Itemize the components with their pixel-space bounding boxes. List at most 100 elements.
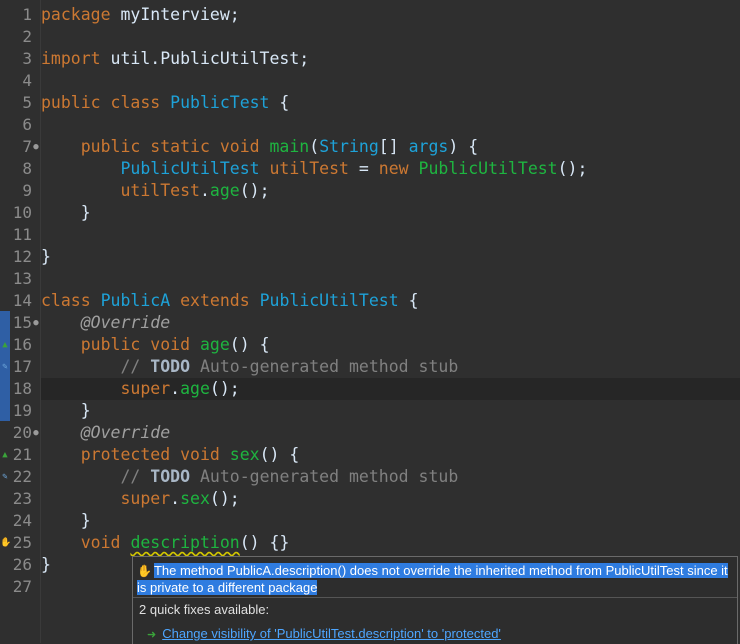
code-token: () { <box>259 445 300 464</box>
collapse-dot-icon[interactable]: ● <box>31 428 41 438</box>
code-line[interactable] <box>41 70 740 92</box>
code-line[interactable] <box>41 26 740 48</box>
line-number-gutter[interactable]: 1 2 3 4 5 6 7 8 9 10 11 12 13 14 15 16 17 18 19 20 21 22 23 24 2… <box>0 0 41 643</box>
code-token: sex <box>229 445 260 464</box>
code-token: protected void <box>80 445 220 464</box>
code-line[interactable]: public static void main(String[] args) { <box>41 136 740 158</box>
code-token: class <box>41 291 91 310</box>
line-number: 18 <box>12 379 32 398</box>
code-token: (); <box>209 379 240 398</box>
code-token: } <box>41 401 91 420</box>
code-token: new <box>378 159 409 178</box>
code-token: description <box>130 533 240 552</box>
code-line[interactable]: } <box>41 400 740 422</box>
code-token: Auto-generated method stub <box>190 357 459 376</box>
warning-icon: ✋ <box>137 564 152 578</box>
line-number: 19 <box>12 401 32 420</box>
code-token: sex <box>180 489 210 508</box>
code-token: PublicUtilTest <box>418 159 558 178</box>
code-token: super <box>120 379 171 398</box>
code-token: } <box>41 511 91 530</box>
override-triangle-icon[interactable]: ▲ <box>0 450 10 460</box>
override-triangle-icon[interactable]: ▲ <box>0 340 10 350</box>
java-editor[interactable]: 1 2 3 4 5 6 7 8 9 10 11 12 13 14 15 16 17 18 19 20 21 22 23 24 2… <box>0 0 740 643</box>
line-number: 3 <box>22 49 32 68</box>
code-line[interactable]: // TODO Auto-generated method stub <box>41 466 740 488</box>
task-icon[interactable]: ✎ <box>0 362 10 372</box>
code-token: utilTest <box>269 159 349 178</box>
line-number: 2 <box>22 27 32 46</box>
collapse-dot-icon[interactable]: ● <box>31 142 41 152</box>
code-token: { <box>269 93 290 112</box>
line-number: 23 <box>12 489 32 508</box>
quick-fix-link[interactable]: Change visibility of 'PublicUtilTest.des… <box>162 626 501 641</box>
code-token: (); <box>557 159 588 178</box>
collapse-dot-icon[interactable]: ● <box>31 318 41 328</box>
code-token: () {} <box>239 533 290 552</box>
code-area[interactable]: package myInterview; import util.PublicUt… <box>41 0 740 643</box>
code-token: . <box>170 489 181 508</box>
code-token: main <box>269 137 310 156</box>
code-line[interactable]: } <box>41 510 740 532</box>
code-line[interactable]: public class PublicTest { <box>41 92 740 114</box>
code-line[interactable]: } <box>41 246 740 268</box>
code-line[interactable] <box>41 114 740 136</box>
code-line[interactable]: package myInterview; <box>41 4 740 26</box>
line-number: 10 <box>12 203 32 222</box>
code-line[interactable]: import util.PublicUtilTest; <box>41 48 740 70</box>
quick-fix-count: 2 quick fixes available: <box>139 602 270 617</box>
problem-hover-popup: ✋ The method PublicA.description() does n… <box>132 556 738 644</box>
code-line[interactable]: PublicUtilTest utilTest = new PublicUtil… <box>41 158 740 180</box>
code-token: TODO <box>150 357 191 376</box>
code-token: String <box>319 137 379 156</box>
code-line[interactable]: super.sex(); <box>41 488 740 510</box>
code-token: Auto-generated method stub <box>190 467 459 486</box>
code-line[interactable] <box>41 268 740 290</box>
code-token: import <box>41 49 101 68</box>
code-line[interactable]: utilTest.age(); <box>41 180 740 202</box>
warning-lightbulb-icon[interactable]: ✋ <box>0 538 11 548</box>
code-line[interactable]: // TODO Auto-generated method stub <box>41 356 740 378</box>
code-token: package <box>41 5 111 24</box>
code-token: public class <box>41 93 161 112</box>
code-token: } <box>41 203 91 222</box>
code-token: PublicUtilTest <box>259 291 399 310</box>
code-line[interactable]: protected void sex() { <box>41 444 740 466</box>
task-icon[interactable]: ✎ <box>0 472 10 482</box>
code-line[interactable]: @Override <box>41 422 740 444</box>
line-number: 27 <box>12 577 32 596</box>
code-token: public void <box>80 335 191 354</box>
code-token: (); <box>209 489 240 508</box>
code-line[interactable]: class PublicA extends PublicUtilTest { <box>41 290 740 312</box>
code-line[interactable] <box>41 224 740 246</box>
code-token: extends <box>180 291 250 310</box>
line-number: 13 <box>12 269 32 288</box>
code-token: PublicTest <box>170 93 270 112</box>
code-token: (); <box>239 181 270 200</box>
code-line[interactable]: void description() {} <box>41 532 740 554</box>
quick-fix-item[interactable]: ➜ Change visibility of 'PublicUtilTest.de… <box>147 626 501 641</box>
code-line[interactable]: public void age() { <box>41 334 740 356</box>
code-token: age <box>209 181 240 200</box>
line-number: 14 <box>12 291 32 310</box>
code-token: () { <box>229 335 270 354</box>
code-token: public static void <box>80 137 260 156</box>
code-line[interactable]: } <box>41 202 740 224</box>
code-line[interactable]: super.age(); <box>41 378 740 400</box>
code-token: super <box>120 489 171 508</box>
code-token: utilTest <box>120 181 200 200</box>
code-line[interactable]: @Override <box>41 312 740 334</box>
